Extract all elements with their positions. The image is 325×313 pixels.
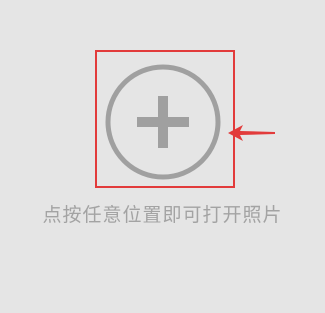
left-arrow-icon <box>227 123 277 143</box>
open-photo-hint: 点按任意位置即可打开照片 <box>42 204 283 226</box>
highlight-box <box>95 50 235 188</box>
